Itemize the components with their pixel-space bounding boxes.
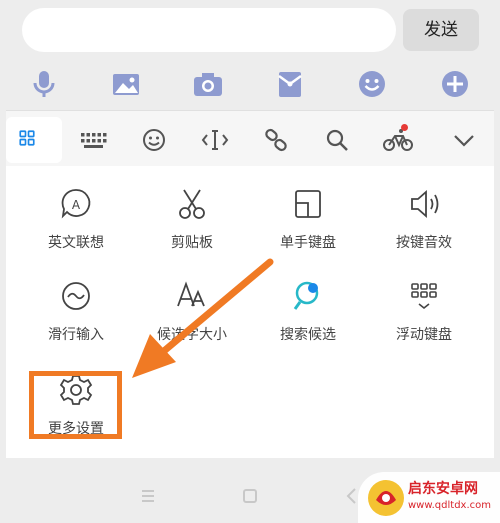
notification-badge: [401, 124, 408, 131]
watermark-title: 启东安卓网: [408, 481, 478, 497]
menu-nav-icon[interactable]: [136, 484, 160, 508]
panel-item-label: 搜索候选: [280, 327, 336, 343]
home-nav-icon[interactable]: [238, 484, 262, 508]
keyboard-toolbar: [6, 110, 494, 167]
message-input[interactable]: [22, 8, 396, 52]
emoji-icon: [143, 129, 165, 151]
panel-item-search-candidate[interactable]: 搜索候选: [252, 276, 364, 366]
watermark: 启东安卓网 www.qdltdx.com: [358, 472, 500, 523]
panel-item-label: 按键音效: [396, 235, 452, 251]
panel-item-swipe-input[interactable]: 滑行输入: [20, 276, 132, 366]
link-icon: [265, 128, 287, 152]
font-size-icon: [172, 276, 212, 316]
grid-icon: [19, 130, 35, 146]
svg-text:A: A: [72, 198, 81, 212]
image-icon[interactable]: [108, 66, 144, 102]
panel-item-label: 英文联想: [48, 235, 104, 251]
search-icon: [326, 129, 348, 151]
panel-item-clipboard[interactable]: 剪贴板: [136, 184, 248, 274]
scissors-icon: [172, 184, 212, 224]
english-associate-icon: A: [56, 184, 96, 224]
tab-grid[interactable]: [6, 117, 62, 163]
panel-item-key-sound[interactable]: 按键音效: [368, 184, 480, 274]
tab-link[interactable]: [255, 119, 297, 161]
panel-item-label: 浮动键盘: [396, 327, 452, 343]
red-envelope-icon[interactable]: [272, 66, 308, 102]
emoji-icon[interactable]: [354, 66, 390, 102]
tab-keyboard[interactable]: [72, 119, 114, 161]
message-bar: 发送: [0, 0, 500, 62]
panel-item-english-associate[interactable]: A 英文联想: [20, 184, 132, 274]
microphone-icon[interactable]: [26, 66, 62, 102]
highlight-box: [29, 371, 122, 439]
tab-search[interactable]: [316, 119, 358, 161]
cursor-icon: [201, 130, 229, 150]
tab-emoji[interactable]: [133, 119, 175, 161]
tab-bike[interactable]: [377, 119, 419, 161]
send-button[interactable]: 发送: [403, 9, 479, 51]
panel-item-floating-keyboard[interactable]: 浮动键盘: [368, 276, 480, 366]
search-candidate-icon: [288, 276, 328, 316]
watermark-url: www.qdltdx.com: [408, 500, 491, 511]
panel-item-label: 单手键盘: [280, 235, 336, 251]
panel-item-font-size[interactable]: 候选字大小: [136, 276, 248, 366]
panel-item-label: 剪贴板: [171, 235, 213, 251]
bike-icon: [383, 129, 413, 151]
swipe-input-icon: [56, 276, 96, 316]
tab-cursor[interactable]: [194, 119, 236, 161]
floating-keyboard-icon: [404, 276, 444, 316]
one-hand-keyboard-icon: [288, 184, 328, 224]
watermark-logo-icon: [366, 478, 406, 518]
chat-toolbar: [0, 62, 500, 106]
panel-item-label: 滑行输入: [48, 327, 104, 343]
panel-item-label: 候选字大小: [157, 327, 227, 343]
speaker-icon: [404, 184, 444, 224]
plus-icon[interactable]: [437, 66, 473, 102]
panel-item-one-hand-keyboard[interactable]: 单手键盘: [252, 184, 364, 274]
camera-icon[interactable]: [190, 66, 226, 102]
collapse-button[interactable]: [443, 119, 485, 161]
chevron-down-icon: [454, 135, 474, 147]
keyboard-icon: [81, 133, 107, 148]
